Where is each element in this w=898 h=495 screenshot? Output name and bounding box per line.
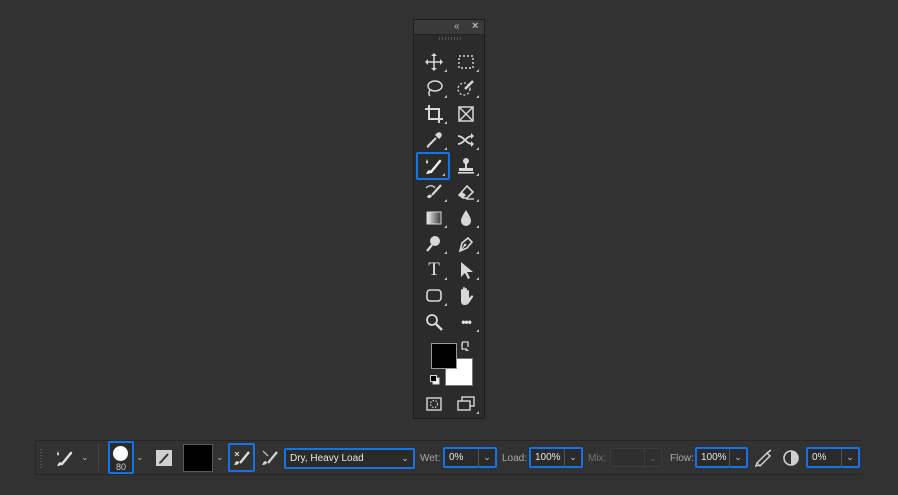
eraser-tool[interactable] bbox=[450, 180, 482, 204]
brush-preset-picker[interactable]: 80 bbox=[108, 441, 134, 474]
tools-panel: « × T ••• bbox=[413, 19, 485, 419]
screen-mode[interactable] bbox=[450, 392, 482, 416]
smoothing-value: 0% bbox=[812, 452, 827, 463]
brush-settings-toggle[interactable] bbox=[153, 448, 175, 468]
tool-preset-picker[interactable] bbox=[52, 448, 76, 468]
flow-label: Flow: bbox=[670, 453, 694, 464]
eyedropper-icon bbox=[426, 132, 442, 148]
lasso-icon bbox=[427, 80, 443, 97]
gradient-icon bbox=[426, 211, 442, 225]
eraser-icon bbox=[457, 184, 475, 200]
pen-tool[interactable] bbox=[450, 232, 482, 256]
swap-colors-icon[interactable] bbox=[460, 340, 472, 352]
wet-label: Wet: bbox=[420, 453, 441, 464]
load-label: Load: bbox=[502, 453, 528, 464]
dropdown-arrow-icon[interactable]: ⌄ bbox=[564, 447, 581, 468]
chevron-down-icon[interactable]: ⌄ bbox=[216, 452, 224, 462]
collapse-icon[interactable]: « bbox=[454, 21, 460, 33]
zoom-tool[interactable] bbox=[418, 310, 450, 334]
crop-tool[interactable] bbox=[418, 102, 450, 126]
arrow-icon bbox=[461, 262, 473, 279]
move-tool[interactable] bbox=[418, 50, 450, 74]
close-icon[interactable]: × bbox=[472, 20, 478, 33]
foreground-color-swatch[interactable] bbox=[431, 343, 457, 369]
hand-icon bbox=[461, 287, 474, 305]
zoom-icon bbox=[426, 314, 443, 331]
quick-mask-mode[interactable] bbox=[418, 392, 450, 416]
quick-selection-tool[interactable] bbox=[450, 76, 482, 100]
rectangle-tool[interactable] bbox=[418, 284, 450, 308]
gradient-tool[interactable] bbox=[418, 206, 450, 230]
chevron-down-icon[interactable]: ⌄ bbox=[136, 452, 144, 462]
flow-value: 100% bbox=[701, 452, 727, 463]
load-value: 100% bbox=[535, 452, 561, 463]
mixer-brush-tool[interactable] bbox=[416, 152, 450, 180]
smoothing-input[interactable]: 0% ⌄ bbox=[806, 447, 860, 468]
airbrush-toggle[interactable] bbox=[752, 447, 776, 469]
rectangular-marquee-tool[interactable] bbox=[450, 50, 482, 74]
sample-all-layers-icon bbox=[783, 450, 799, 466]
brush-load-icon bbox=[233, 450, 250, 465]
eyedropper-tool[interactable] bbox=[418, 128, 450, 152]
brush-tip-icon bbox=[113, 446, 128, 461]
dropdown-arrow-icon[interactable]: ⌄ bbox=[729, 447, 746, 468]
tools-panel-header[interactable]: « × bbox=[414, 20, 484, 35]
clean-brush-after-stroke-toggle[interactable] bbox=[259, 447, 281, 469]
load-brush-after-stroke-toggle[interactable] bbox=[228, 443, 255, 472]
separator bbox=[98, 444, 99, 471]
mix-input[interactable]: ⌄ bbox=[610, 448, 662, 467]
stamp-icon bbox=[458, 158, 474, 174]
dropdown-arrow-icon[interactable]: ⌄ bbox=[397, 448, 413, 469]
panel-grip[interactable] bbox=[439, 37, 461, 40]
pen-icon bbox=[458, 236, 474, 253]
history-brush-icon bbox=[425, 184, 442, 199]
sample-all-layers-toggle[interactable] bbox=[780, 447, 802, 469]
crop-icon bbox=[425, 105, 443, 123]
dodge-tool[interactable] bbox=[418, 232, 450, 256]
brush-clean-icon bbox=[262, 450, 278, 465]
mixer-brush-icon bbox=[426, 159, 442, 174]
quick-selection-icon bbox=[457, 80, 474, 96]
move-icon bbox=[425, 53, 443, 71]
mix-preset-value: Dry, Heavy Load bbox=[290, 453, 364, 464]
rounded-rect-icon bbox=[426, 289, 442, 302]
mix-preset-select[interactable]: Dry, Heavy Load ⌄ bbox=[284, 448, 415, 469]
screen-mode-icon bbox=[457, 396, 475, 411]
load-input[interactable]: 100% ⌄ bbox=[529, 447, 583, 468]
blur-tool[interactable] bbox=[450, 206, 482, 230]
wet-value: 0% bbox=[449, 452, 464, 463]
path-selection-tool[interactable] bbox=[450, 258, 482, 282]
dropdown-arrow-icon[interactable]: ⌄ bbox=[478, 447, 495, 468]
brush-size-label: 80 bbox=[115, 462, 126, 472]
brush-panel-icon bbox=[156, 450, 172, 466]
mix-label: Mix: bbox=[588, 453, 607, 464]
current-brush-load-swatch[interactable] bbox=[183, 444, 213, 472]
frame-icon bbox=[458, 106, 474, 122]
edit-toolbar[interactable]: ••• bbox=[450, 310, 482, 334]
patch-tool[interactable] bbox=[450, 128, 482, 152]
frame-tool[interactable] bbox=[450, 102, 482, 126]
lasso-tool[interactable] bbox=[418, 76, 450, 100]
wet-input[interactable]: 0% ⌄ bbox=[443, 447, 497, 468]
flow-input[interactable]: 100% ⌄ bbox=[695, 447, 748, 468]
dodge-icon bbox=[426, 236, 440, 252]
history-brush-tool[interactable] bbox=[418, 180, 450, 204]
type-tool[interactable]: T bbox=[418, 258, 450, 282]
airbrush-icon bbox=[754, 449, 772, 468]
more-icon: ••• bbox=[461, 315, 472, 329]
hand-tool[interactable] bbox=[450, 284, 482, 308]
quick-mask-icon bbox=[426, 397, 442, 411]
dropdown-arrow-icon[interactable]: ⌄ bbox=[841, 447, 858, 468]
options-bar: ⌄ 80 ⌄ ⌄ Dry, Heavy Load ⌄ Wet: 0% ⌄ Loa… bbox=[35, 440, 862, 475]
chevron-down-icon[interactable]: ⌄ bbox=[81, 452, 89, 462]
marquee-rect-icon bbox=[458, 55, 474, 69]
mixer-brush-icon bbox=[57, 451, 73, 466]
patch-icon bbox=[457, 133, 474, 147]
drop-icon bbox=[461, 210, 471, 226]
options-bar-grip[interactable] bbox=[40, 449, 42, 469]
dropdown-arrow-icon[interactable]: ⌄ bbox=[644, 448, 661, 467]
clone-stamp-tool[interactable] bbox=[450, 154, 482, 178]
default-colors-icon[interactable] bbox=[430, 375, 440, 385]
type-icon: T bbox=[428, 259, 440, 280]
